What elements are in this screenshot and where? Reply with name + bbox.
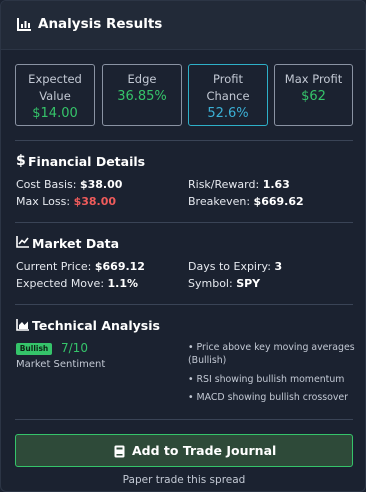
max-loss-row: Max Loss: $38.00 — [16, 195, 116, 208]
days-to-expiry-value: 3 — [274, 260, 283, 273]
dollar-icon: $ — [16, 153, 25, 167]
expected-move-label: Expected Move: — [16, 277, 105, 290]
page-title: Analysis Results — [38, 16, 163, 32]
panel-header: Analysis Results — [1, 1, 365, 50]
line-chart-icon — [16, 236, 29, 248]
paper-trade-caption: Paper trade this spread — [122, 474, 246, 486]
max-profit-label: Max Profit — [284, 72, 343, 86]
symbol-label: Symbol: — [188, 277, 233, 290]
profit-chance-label-1: Profit — [213, 72, 243, 86]
divider — [15, 419, 353, 420]
cost-basis-label: Cost Basis: — [16, 178, 77, 191]
expected-value-label-2: Value — [39, 89, 71, 103]
journal-icon — [114, 445, 125, 458]
cost-basis-row: Cost Basis: $38.00 — [16, 178, 122, 191]
technical-bullet-continued: (Bullish) — [188, 355, 227, 366]
financial-details-title: Financial Details — [28, 154, 146, 169]
area-chart-icon — [16, 319, 29, 331]
svg-text:$: $ — [16, 153, 25, 167]
profit-chance-value: 52.6% — [207, 106, 249, 121]
current-price-label: Current Price: — [16, 260, 92, 273]
current-price-row: Current Price: $669.12 — [16, 260, 145, 273]
symbol-value: SPY — [236, 277, 261, 290]
risk-reward-row: Risk/Reward: 1.63 — [188, 178, 290, 191]
technical-bullet: • Price above key moving averages — [188, 342, 355, 353]
days-to-expiry-label: Days to Expiry: — [188, 260, 271, 273]
profit-chance-card: Profit Chance 52.6% — [188, 64, 268, 126]
divider — [15, 304, 353, 305]
market-data-title: Market Data — [32, 236, 120, 251]
breakeven-row: Breakeven: $669.62 — [188, 195, 304, 208]
sentiment-score: 7/10 — [61, 341, 88, 355]
technical-bullet: • RSI showing bullish momentum — [188, 374, 345, 385]
max-loss-value: $38.00 — [73, 195, 117, 208]
breakeven-value: $669.62 — [253, 195, 304, 208]
profit-chance-label-2: Chance — [206, 89, 250, 103]
technical-bullet: • MACD showing bullish crossover — [188, 392, 349, 403]
max-loss-label: Max Loss: — [16, 195, 71, 208]
edge-value: 36.85% — [117, 89, 167, 104]
expected-value-label-1: Expected — [28, 72, 82, 86]
symbol-row: Symbol: SPY — [188, 277, 260, 290]
expected-value-card: Expected Value $14.00 — [15, 64, 95, 126]
bullish-badge: Bullish — [16, 343, 52, 355]
breakeven-label: Breakeven: — [188, 195, 251, 208]
market-sentiment-label: Market Sentiment — [16, 359, 106, 370]
add-to-trade-journal-button[interactable]: Add to Trade Journal — [15, 434, 353, 467]
days-to-expiry-row: Days to Expiry: 3 — [188, 260, 282, 273]
risk-reward-value: 1.63 — [262, 178, 290, 191]
current-price-value: $669.12 — [94, 260, 145, 273]
bar-chart-icon — [17, 18, 31, 31]
risk-reward-label: Risk/Reward: — [188, 178, 260, 191]
expected-move-row: Expected Move: 1.1% — [16, 277, 138, 290]
cost-basis-value: $38.00 — [79, 178, 123, 191]
analysis-results-panel: Analysis Results Expected Value $14.00 E… — [0, 0, 366, 492]
technical-analysis-title: Technical Analysis — [32, 318, 160, 333]
divider — [15, 140, 353, 141]
edge-label: Edge — [127, 72, 157, 86]
expected-value-value: $14.00 — [32, 106, 78, 121]
divider — [15, 222, 353, 223]
edge-card: Edge 36.85% — [102, 64, 182, 126]
expected-move-value: 1.1% — [107, 277, 139, 290]
add-to-trade-journal-label: Add to Trade Journal — [132, 443, 277, 458]
max-profit-card: Max Profit $62 — [274, 64, 353, 126]
max-profit-value: $62 — [301, 89, 326, 104]
